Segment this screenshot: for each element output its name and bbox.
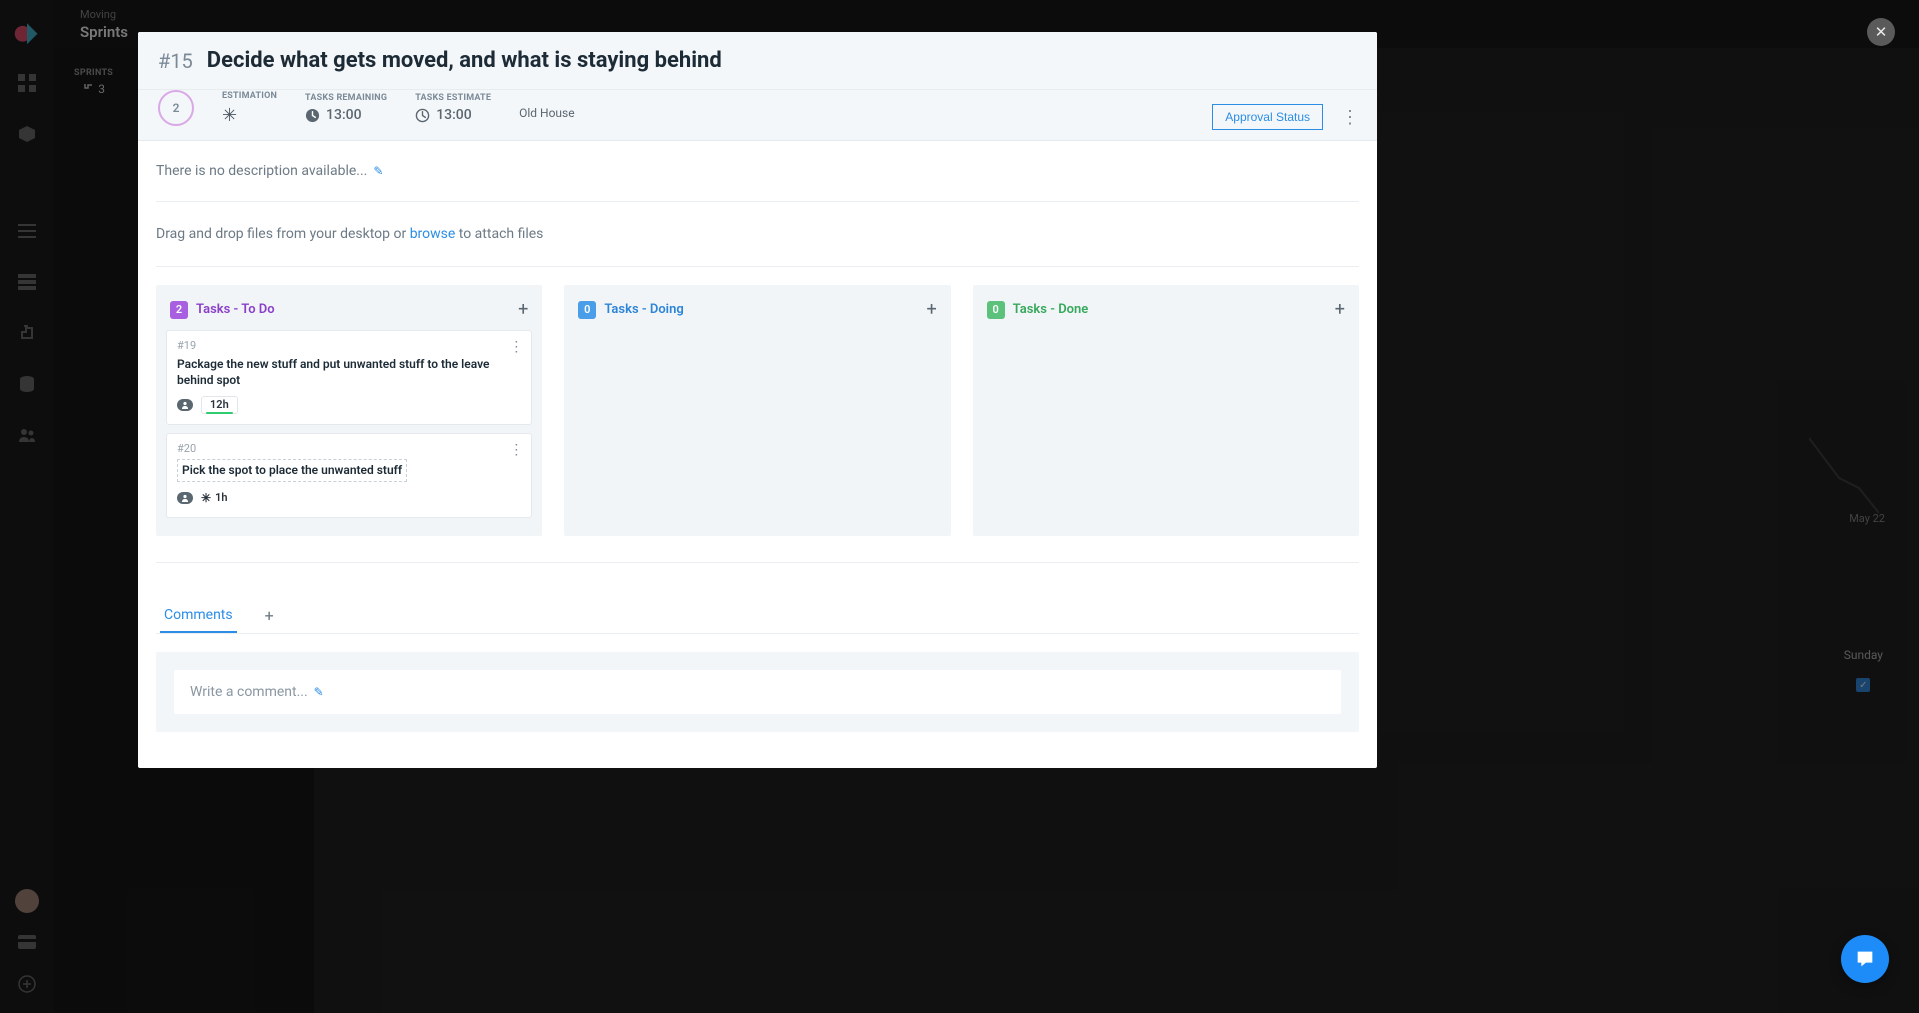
attachment-dropzone[interactable]: Drag and drop files from your desktop or… xyxy=(156,220,1359,266)
estimate-circle[interactable]: 2 xyxy=(158,90,194,126)
browse-link[interactable]: browse xyxy=(410,226,456,242)
todo-add-icon[interactable]: + xyxy=(518,299,528,320)
column-done: 0 Tasks - Done + xyxy=(973,285,1359,536)
modal-more-icon[interactable]: ⋮ xyxy=(1341,107,1359,128)
task-card-title: Package the new stuff and put unwanted s… xyxy=(177,356,521,388)
done-add-icon[interactable]: + xyxy=(1335,299,1345,320)
task-card[interactable]: ⋮ #20 Pick the spot to place the unwante… xyxy=(166,433,532,517)
task-id: #19 xyxy=(177,339,521,352)
tasks-remaining-label: TASKS REMAINING xyxy=(305,93,387,103)
tab-add-icon[interactable]: + xyxy=(265,606,274,625)
edit-pencil-icon: ✎ xyxy=(314,685,324,699)
assignee-icon[interactable] xyxy=(177,399,193,411)
tasks-estimate-label: TASKS ESTIMATE xyxy=(415,93,491,103)
task-title[interactable]: Decide what gets moved, and what is stay… xyxy=(207,48,722,73)
task-detail-modal: #15 Decide what gets moved, and what is … xyxy=(138,32,1377,768)
doing-count-badge: 0 xyxy=(578,301,596,319)
estimation-label: ESTIMATION xyxy=(222,91,277,101)
description-placeholder[interactable]: There is no description available... ✎ xyxy=(156,159,1359,201)
modal-meta-row: 2 ESTIMATION ✳ TASKS REMAINING 13:00 TAS… xyxy=(138,90,1377,141)
chat-fab-button[interactable] xyxy=(1841,935,1889,983)
task-board: 2 Tasks - To Do + ⋮ #19 Package the new … xyxy=(156,285,1359,536)
done-count-badge: 0 xyxy=(987,301,1005,319)
card-more-icon[interactable]: ⋮ xyxy=(509,339,523,355)
task-card[interactable]: ⋮ #19 Package the new stuff and put unwa… xyxy=(166,330,532,425)
tasks-estimate-value: 13:00 xyxy=(415,107,491,123)
todo-count-badge: 2 xyxy=(170,301,188,319)
column-todo: 2 Tasks - To Do + ⋮ #19 Package the new … xyxy=(156,285,542,536)
todo-title: Tasks - To Do xyxy=(196,302,275,317)
tabs-row: Comments + xyxy=(156,599,1359,634)
clock-outline-icon xyxy=(415,108,430,123)
card-more-icon[interactable]: ⋮ xyxy=(509,442,523,458)
chat-bubble-icon xyxy=(1854,948,1876,970)
task-id: #20 xyxy=(177,442,521,455)
task-seq: #15 xyxy=(158,49,193,73)
snowflake-icon: ✳ xyxy=(222,105,237,126)
comment-area: Write a comment... ✎ xyxy=(156,652,1359,732)
assignee-icon[interactable] xyxy=(177,492,193,504)
task-card-title: Pick the spot to place the unwanted stuf… xyxy=(177,459,521,481)
tasks-remaining-value: 13:00 xyxy=(305,107,387,123)
modal-body: There is no description available... ✎ D… xyxy=(138,141,1377,768)
close-modal-button[interactable]: ✕ xyxy=(1867,18,1895,46)
doing-title: Tasks - Doing xyxy=(604,302,683,317)
edit-pencil-icon[interactable]: ✎ xyxy=(373,164,383,178)
clock-filled-icon xyxy=(305,108,320,123)
done-title: Tasks - Done xyxy=(1013,302,1089,317)
modal-title-row: #15 Decide what gets moved, and what is … xyxy=(138,32,1377,90)
tab-comments[interactable]: Comments xyxy=(160,599,237,633)
time-chip[interactable]: ✳ 1h xyxy=(201,490,236,507)
comment-input[interactable]: Write a comment... ✎ xyxy=(174,670,1341,714)
snowflake-icon: ✳ xyxy=(201,491,211,505)
task-tag[interactable]: Old House xyxy=(519,106,575,124)
column-doing: 0 Tasks - Doing + xyxy=(564,285,950,536)
doing-add-icon[interactable]: + xyxy=(926,299,936,320)
approval-status-button[interactable]: Approval Status xyxy=(1212,104,1323,130)
time-chip[interactable]: 12h xyxy=(201,396,238,414)
